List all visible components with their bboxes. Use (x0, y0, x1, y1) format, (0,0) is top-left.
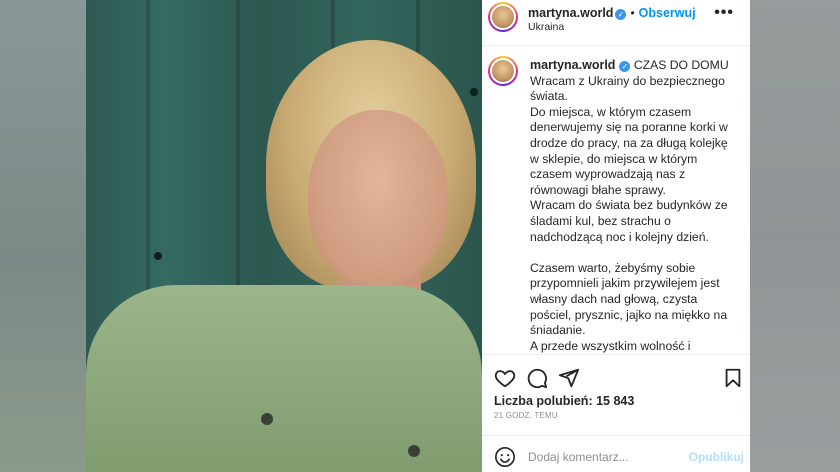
bullet-hole (154, 252, 162, 260)
caption-body: martyna.world ✓ CZAS DO DOMU Wracam z Ukr… (530, 58, 736, 354)
shirt-button (261, 413, 273, 425)
caption-text: Wracam z Ukrainy do bezpiecznego świata.… (530, 73, 728, 353)
blurred-background-left (0, 0, 100, 472)
post-photo[interactable] (86, 0, 482, 472)
heart-icon[interactable] (494, 367, 516, 389)
post-timestamp[interactable]: 21 GODZ. TEMU (494, 411, 558, 420)
follow-button[interactable]: Obserwuj (639, 6, 696, 20)
publish-comment-button[interactable]: Opublikuj (689, 450, 744, 464)
smiley-icon[interactable] (494, 446, 516, 468)
face (308, 110, 448, 285)
verified-badge-icon: ✓ (615, 9, 627, 20)
caption-username[interactable]: martyna.world (530, 58, 615, 72)
location-link[interactable]: Ukraina (528, 21, 564, 33)
caption-avatar[interactable] (488, 56, 518, 86)
likes-count[interactable]: Liczba polubień: 15 843 (494, 394, 634, 408)
comment-bubble-icon[interactable] (526, 367, 548, 389)
comment-bar: Opublikuj (482, 435, 750, 472)
post-actions: Liczba polubień: 15 843 21 GODZ. TEMU Op… (482, 354, 750, 472)
shirt-button (408, 445, 420, 457)
paper-plane-icon[interactable] (558, 367, 580, 389)
caption-area: martyna.world ✓ CZAS DO DOMU Wracam z Ukr… (482, 46, 750, 354)
instagram-post-panel: martyna.world ✓ • Obserwuj Ukraina ••• mart… (482, 0, 750, 472)
separator-dot: • (630, 6, 635, 20)
green-shirt (86, 285, 482, 472)
post-header: martyna.world ✓ • Obserwuj Ukraina ••• (482, 0, 750, 46)
caption-title: CZAS DO DOMU (633, 58, 729, 72)
avatar[interactable] (488, 2, 518, 32)
bullet-hole (470, 88, 478, 96)
verified-badge-icon: ✓ (619, 61, 631, 72)
more-options-icon[interactable]: ••• (714, 4, 734, 22)
header-username[interactable]: martyna.world (528, 6, 613, 20)
bookmark-icon[interactable] (722, 367, 744, 389)
comment-input[interactable] (528, 450, 678, 464)
blurred-background-right (750, 0, 840, 472)
header-user-line: martyna.world ✓ • Obserwuj (528, 4, 696, 22)
